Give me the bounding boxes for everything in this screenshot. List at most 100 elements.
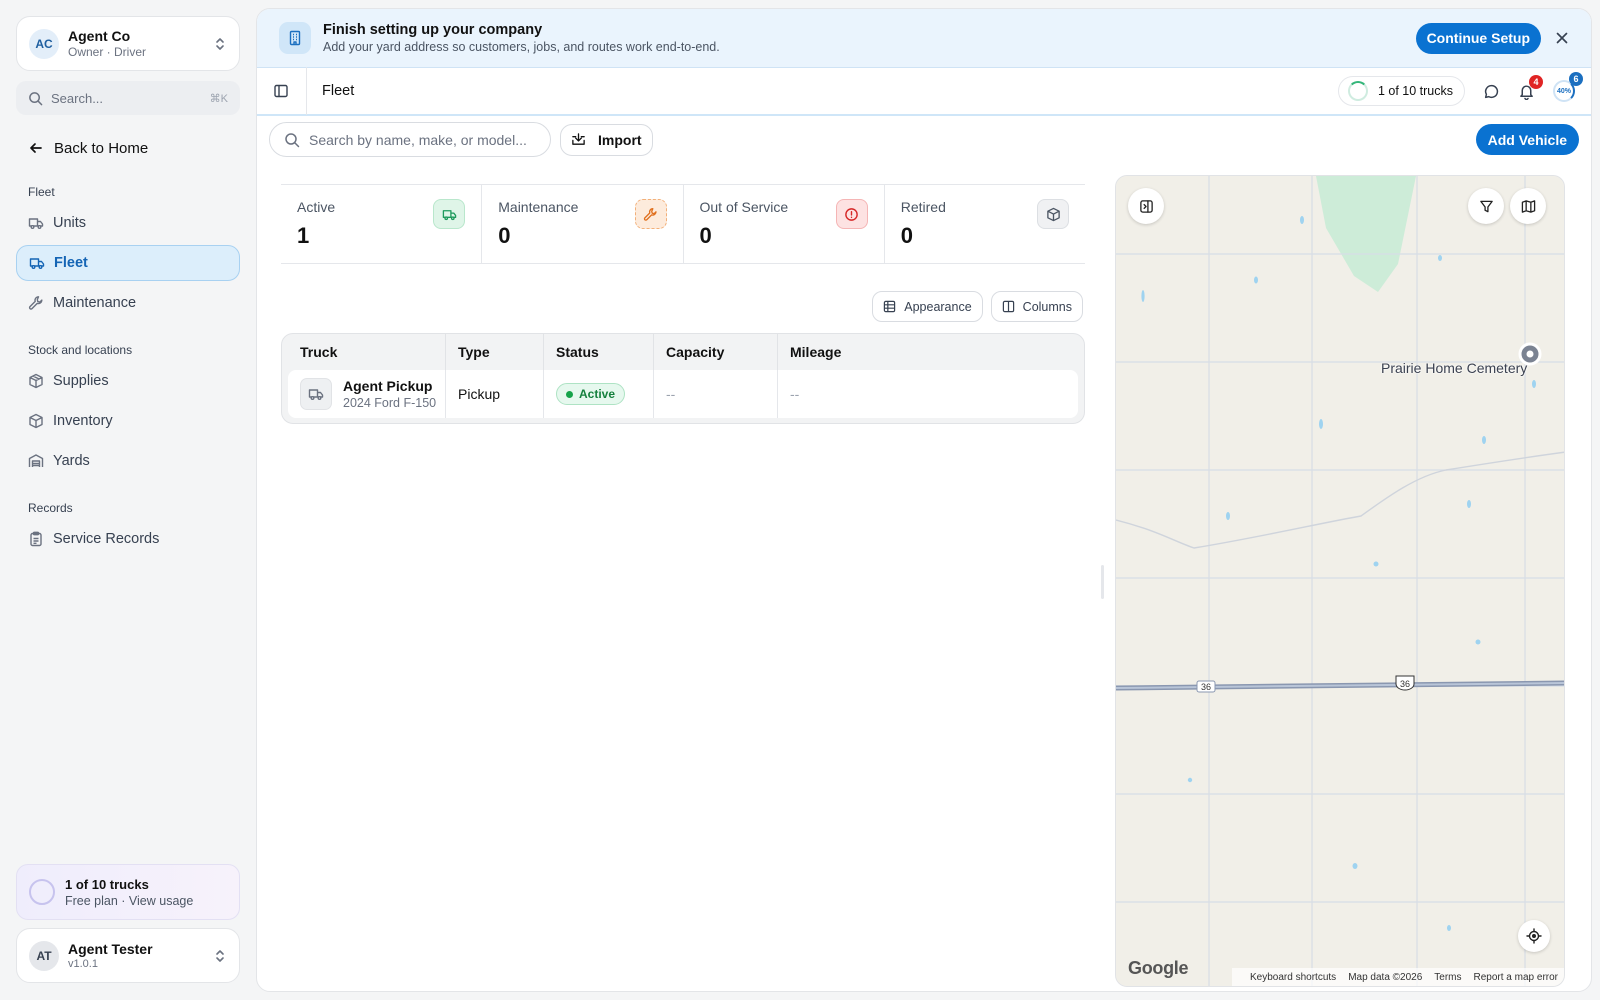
sidebar-item-inventory[interactable]: Inventory bbox=[16, 403, 240, 439]
setup-banner: Finish setting up your company Add your … bbox=[257, 9, 1591, 68]
chat-icon[interactable] bbox=[1483, 83, 1500, 100]
user-switcher[interactable]: AT Agent Tester v1.0.1 bbox=[16, 928, 240, 983]
appearance-button[interactable]: Appearance bbox=[872, 291, 983, 322]
appearance-label: Appearance bbox=[904, 299, 972, 314]
sidebar-item-maintenance[interactable]: Maintenance bbox=[16, 285, 240, 321]
package-icon bbox=[28, 373, 53, 389]
add-vehicle-button[interactable]: Add Vehicle bbox=[1475, 124, 1579, 155]
truck-icon bbox=[29, 255, 54, 271]
columns-label: Columns bbox=[1022, 299, 1072, 314]
route-marker-label: 36 bbox=[1201, 682, 1211, 692]
sidebar-item-service-records[interactable]: Service Records bbox=[16, 521, 240, 557]
sidebar-item-label: Fleet bbox=[54, 255, 88, 271]
back-to-home-link[interactable]: Back to Home bbox=[16, 133, 240, 163]
panel-resize-handle[interactable] bbox=[1101, 565, 1104, 599]
import-button[interactable]: Import bbox=[560, 123, 653, 156]
org-name: Agent Co bbox=[68, 28, 131, 44]
close-icon[interactable] bbox=[1555, 31, 1569, 45]
collapse-map-icon[interactable] bbox=[1128, 188, 1164, 224]
page-title: Fleet bbox=[322, 83, 355, 99]
usage-card[interactable]: 1 of 10 trucks Free plan · View usage bbox=[16, 864, 240, 920]
google-logo[interactable]: Google bbox=[1128, 958, 1189, 979]
building-icon bbox=[279, 22, 311, 54]
terms-link[interactable]: Terms bbox=[1434, 972, 1461, 983]
columns-button[interactable]: Columns bbox=[990, 291, 1083, 322]
import-icon bbox=[571, 132, 598, 147]
fleet-search[interactable] bbox=[269, 122, 551, 157]
setup-progress-indicator[interactable]: 40% 6 bbox=[1553, 72, 1583, 102]
stat-out-of-service: Out of Service 0 bbox=[684, 185, 885, 263]
stat-active: Active 1 bbox=[281, 185, 483, 263]
banner-title: Finish setting up your company bbox=[323, 22, 543, 38]
truck-icon bbox=[28, 215, 53, 231]
section-label-records: Records bbox=[28, 501, 73, 515]
notification-count-badge: 4 bbox=[1529, 74, 1543, 89]
arrow-left-icon bbox=[28, 140, 54, 156]
wrench-icon bbox=[634, 199, 667, 229]
map-place-label[interactable]: Prairie Home Cemetery bbox=[1381, 360, 1527, 376]
truck-model: 2024 Ford F-150 bbox=[343, 396, 437, 410]
header-divider bbox=[306, 67, 307, 115]
truck-capacity: -- bbox=[654, 370, 778, 418]
table-row[interactable]: Agent Pickup 2024 Ford F-150 Pickup Acti… bbox=[288, 370, 1078, 418]
box-icon bbox=[28, 413, 53, 429]
banner-subtitle: Add your yard address so customers, jobs… bbox=[323, 40, 720, 54]
org-switcher[interactable]: AC Agent Co Owner · Driver bbox=[16, 16, 240, 71]
filter-icon[interactable] bbox=[1468, 188, 1504, 224]
status-label: Active bbox=[579, 387, 616, 401]
keyboard-shortcuts-link[interactable]: Keyboard shortcuts bbox=[1250, 972, 1336, 983]
fleet-map[interactable]: 36 36 Prairie Home Cemetery Google Keybo… bbox=[1115, 175, 1565, 987]
table-header: Truck Type Status Capacity Mileage bbox=[288, 334, 1078, 370]
main-panel: Finish setting up your company Add your … bbox=[256, 8, 1592, 992]
org-avatar: AC bbox=[29, 28, 59, 59]
setup-steps-badge: 6 bbox=[1569, 72, 1583, 86]
truck-mileage: -- bbox=[790, 386, 800, 402]
column-header-mileage[interactable]: Mileage bbox=[778, 334, 1078, 370]
column-header-type[interactable]: Type bbox=[446, 334, 544, 370]
sidebar-item-fleet[interactable]: Fleet bbox=[16, 245, 240, 281]
warehouse-icon bbox=[28, 453, 53, 469]
clipboard-icon bbox=[28, 531, 53, 547]
truck-icon bbox=[300, 378, 332, 410]
sidebar-item-label: Supplies bbox=[53, 373, 109, 389]
grid-icon bbox=[883, 300, 904, 313]
user-avatar: AT bbox=[29, 940, 59, 971]
stat-maintenance: Maintenance 0 bbox=[482, 185, 684, 263]
fleet-toolbar: Import Add Vehicle bbox=[269, 122, 1579, 157]
us-highway-shield-label: 36 bbox=[1400, 679, 1410, 689]
map-canvas[interactable]: 36 36 bbox=[1116, 176, 1565, 987]
usage-progress-ring bbox=[29, 879, 55, 905]
column-header-truck[interactable]: Truck bbox=[288, 334, 446, 370]
sidebar-search-label: Search... bbox=[51, 90, 104, 106]
section-label-fleet: Fleet bbox=[28, 185, 55, 199]
sidebar-item-label: Yards bbox=[53, 453, 90, 469]
sidebar-item-yards[interactable]: Yards bbox=[16, 443, 240, 479]
status-dot bbox=[566, 390, 573, 398]
wrench-icon bbox=[28, 295, 53, 311]
sidebar-item-units[interactable]: Units bbox=[16, 205, 240, 241]
table-tools: Appearance Columns bbox=[864, 291, 1083, 322]
stat-retired: Retired 0 bbox=[885, 185, 1085, 263]
sidebar-search[interactable]: Search... ⌘K bbox=[16, 81, 240, 115]
fleet-search-input[interactable] bbox=[309, 131, 536, 148]
user-name: Agent Tester bbox=[68, 941, 153, 957]
truck-usage-label: 1 of 10 trucks bbox=[1377, 84, 1453, 98]
truck-usage-pill[interactable]: 1 of 10 trucks bbox=[1337, 76, 1465, 106]
alert-circle-icon bbox=[835, 199, 868, 229]
report-map-error-link[interactable]: Report a map error bbox=[1474, 972, 1558, 983]
map-layers-icon[interactable] bbox=[1510, 188, 1546, 224]
section-label-stock: Stock and locations bbox=[28, 343, 133, 357]
sidebar-toggle-icon[interactable] bbox=[273, 83, 289, 99]
column-header-status[interactable]: Status bbox=[544, 334, 654, 370]
chevron-up-down-icon bbox=[213, 36, 227, 52]
sidebar-item-label: Units bbox=[53, 215, 87, 231]
sidebar-item-supplies[interactable]: Supplies bbox=[16, 363, 240, 399]
chevron-up-down-icon bbox=[213, 948, 227, 964]
search-icon bbox=[284, 132, 300, 148]
bell-icon[interactable]: 4 bbox=[1518, 74, 1543, 100]
truck-name[interactable]: Agent Pickup bbox=[343, 378, 436, 394]
app-version: v1.0.1 bbox=[68, 958, 98, 970]
continue-setup-button[interactable]: Continue Setup bbox=[1415, 22, 1541, 54]
locate-me-icon[interactable] bbox=[1518, 920, 1550, 952]
column-header-capacity[interactable]: Capacity bbox=[654, 334, 778, 370]
